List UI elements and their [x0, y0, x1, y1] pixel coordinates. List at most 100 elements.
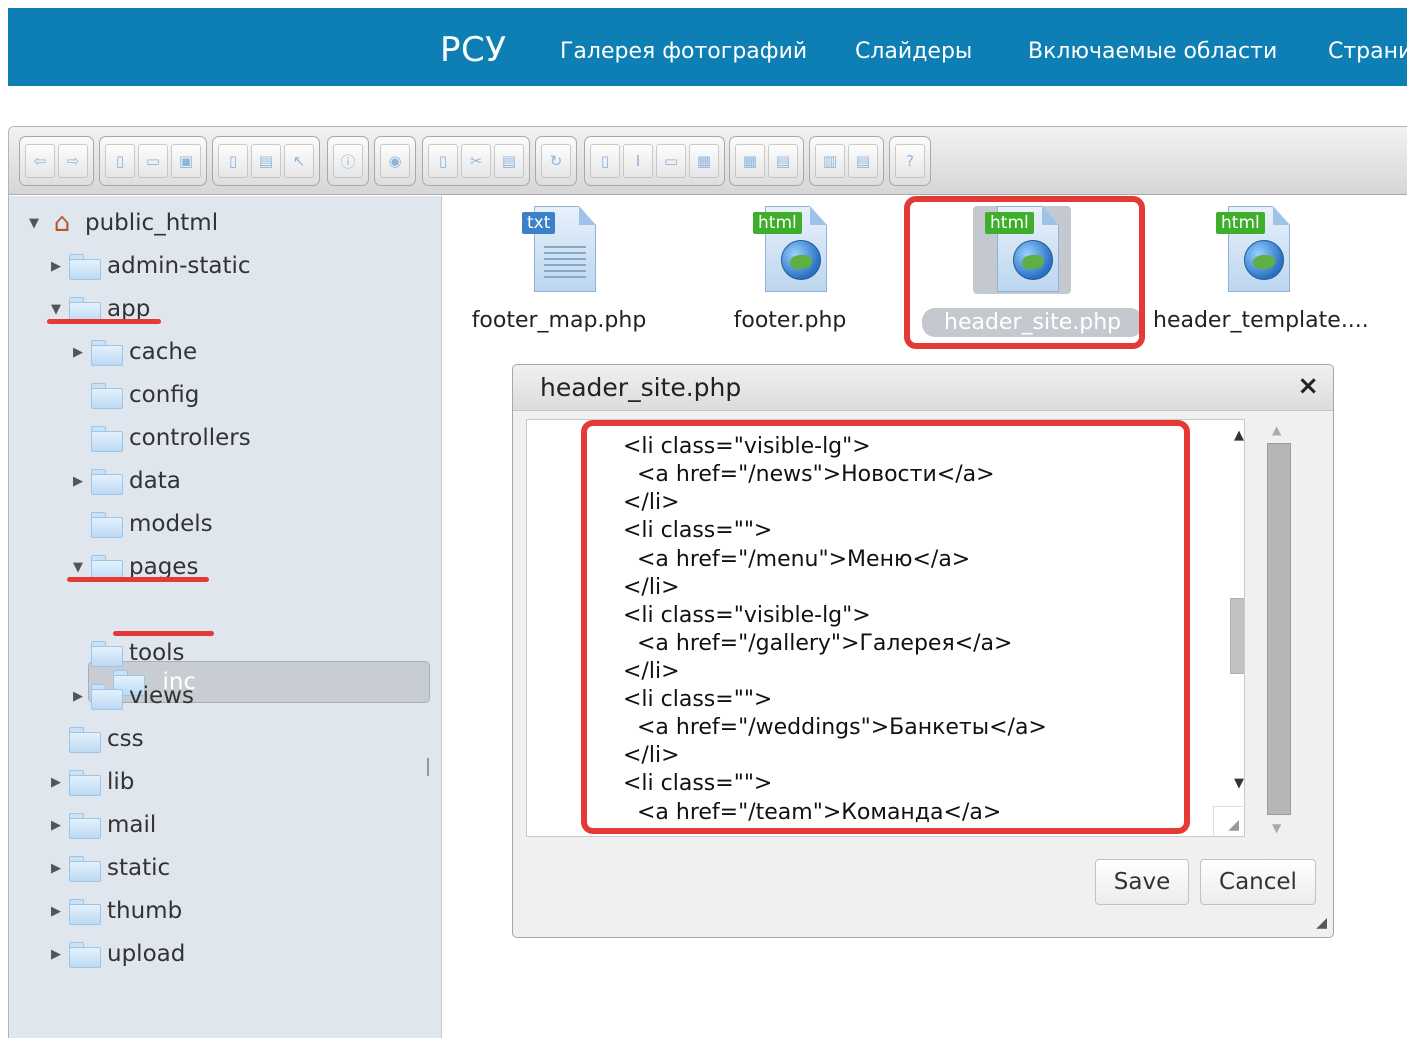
cut-icon[interactable]: ✂: [461, 144, 491, 178]
file-name: footer_map.php: [471, 308, 647, 333]
tree-item-label: views: [129, 683, 194, 709]
nav-link-include-areas[interactable]: Включаемые области: [1028, 39, 1277, 64]
collapsed-arrow-icon[interactable]: ▶: [47, 775, 65, 790]
edit-icon[interactable]: ▭: [656, 144, 686, 178]
dialog-scrollbar[interactable]: ▲ ▼: [1265, 419, 1293, 837]
dialog-title: header_site.php: [513, 365, 1333, 411]
brand-link[interactable]: РСУ: [440, 30, 506, 70]
scroll-up-arrow-icon[interactable]: ▲: [1234, 428, 1244, 443]
paste-icon[interactable]: ▤: [494, 144, 524, 178]
rename-icon[interactable]: I: [623, 144, 653, 178]
tree-item-admin-static[interactable]: ▶ admin-static: [47, 249, 251, 283]
close-icon[interactable]: ×: [1297, 371, 1319, 401]
sort-icon[interactable]: ▤: [848, 144, 878, 178]
collapsed-arrow-icon[interactable]: ▶: [47, 904, 65, 919]
view-list-icon[interactable]: ▥: [815, 144, 845, 178]
expanded-arrow-icon[interactable]: ▼: [69, 560, 87, 575]
expanded-arrow-icon[interactable]: ▼: [25, 216, 43, 231]
archive-icon[interactable]: ▦: [735, 144, 765, 178]
tree-item-public-html[interactable]: ▼ ⌂ public_html: [25, 206, 218, 240]
info-icon[interactable]: ⓘ: [333, 144, 363, 178]
folder-icon: [91, 469, 123, 495]
folder-icon: [69, 727, 101, 753]
copy-icon[interactable]: ▯: [428, 144, 458, 178]
duplicate-icon[interactable]: ▯: [590, 144, 620, 178]
refresh-icon[interactable]: ↻: [541, 144, 571, 178]
collapsed-arrow-icon[interactable]: ▶: [47, 818, 65, 833]
new-file-icon[interactable]: ▯: [105, 144, 135, 178]
toolbar-group-archive: ▦ ▤: [729, 136, 804, 186]
extract-icon[interactable]: ▦: [689, 144, 719, 178]
toolbar-group-clipboard: ▯ ✂ ▤: [422, 136, 530, 186]
upload-icon[interactable]: ↖: [284, 144, 314, 178]
tree-item-lib[interactable]: ▶ lib: [47, 765, 134, 799]
open-icon[interactable]: ▯: [218, 144, 248, 178]
folder-icon: [91, 641, 123, 667]
collapsed-arrow-icon[interactable]: ▶: [69, 689, 87, 704]
collapsed-arrow-icon[interactable]: ▶: [47, 259, 65, 274]
toolbar-group-info: ⓘ: [327, 136, 369, 186]
file-footer[interactable]: html footer.php: [690, 206, 890, 333]
folder-icon: [91, 383, 123, 409]
collapsed-arrow-icon[interactable]: ▶: [47, 947, 65, 962]
folder-icon: [69, 297, 101, 323]
file-header-template[interactable]: html header_template....: [1153, 206, 1369, 333]
folder-icon: [69, 856, 101, 882]
tree-item-data[interactable]: ▶ data: [69, 464, 181, 498]
red-underline-inc: [113, 631, 214, 636]
dialog-resize-grip-icon[interactable]: ◢: [1316, 915, 1327, 931]
nav-link-gallery[interactable]: Галерея фотографий: [560, 39, 807, 64]
tree-item-upload[interactable]: ▶ upload: [47, 937, 185, 971]
tree-item-css[interactable]: css: [47, 722, 144, 756]
scroll-down-arrow-icon[interactable]: ▼: [1234, 776, 1244, 791]
save-icon[interactable]: ▣: [171, 144, 201, 178]
top-navbar: РСУ Галерея фотографий Слайдеры Включаем…: [8, 8, 1407, 86]
textarea-resize-grip-icon[interactable]: ◢: [1213, 806, 1243, 836]
nav-link-pages[interactable]: Страни: [1328, 39, 1407, 64]
tree-item-label: lib: [107, 769, 135, 795]
expanded-arrow-icon[interactable]: ▼: [47, 302, 65, 317]
back-icon[interactable]: ⇦: [25, 144, 55, 178]
txt-file-icon: txt: [522, 206, 596, 294]
tree-item-controllers[interactable]: controllers: [69, 421, 251, 455]
preview-icon[interactable]: ◉: [380, 144, 410, 178]
tree-item-models[interactable]: models: [69, 507, 213, 541]
add-icon[interactable]: ▤: [768, 144, 798, 178]
scroll-down-arrow-icon[interactable]: ▼: [1272, 821, 1281, 835]
folder-icon: [69, 813, 101, 839]
folder-icon: [91, 684, 123, 710]
forward-icon[interactable]: ⇨: [58, 144, 88, 178]
save-button[interactable]: Save: [1095, 859, 1189, 905]
collapsed-arrow-icon[interactable]: ▶: [47, 861, 65, 876]
collapsed-arrow-icon[interactable]: ▶: [69, 474, 87, 489]
tree-item-config[interactable]: config: [69, 378, 199, 412]
editor-scrollbar[interactable]: ▲ ▼: [1227, 420, 1244, 836]
tree-item-static[interactable]: ▶ static: [47, 851, 170, 885]
tree-item-label: mail: [107, 812, 157, 838]
tree-item-views[interactable]: ▶ views: [69, 679, 194, 713]
download-icon[interactable]: ▤: [251, 144, 281, 178]
html-file-icon: html: [1216, 206, 1290, 294]
toolbar-group-create: ▯ ▭ ▣: [99, 136, 207, 186]
tree-item-label: public_html: [85, 210, 219, 236]
scrollbar-thumb[interactable]: [1230, 598, 1244, 674]
folder-icon: [69, 254, 101, 280]
collapsed-arrow-icon[interactable]: ▶: [69, 345, 87, 360]
tree-item-cache[interactable]: ▶ cache: [69, 335, 197, 369]
scroll-up-arrow-icon[interactable]: ▲: [1272, 423, 1281, 437]
tree-item-tools[interactable]: tools: [69, 636, 185, 670]
toolbar-group-edit: ▯ I ▭ ▦: [584, 136, 725, 186]
nav-link-sliders[interactable]: Слайдеры: [855, 39, 972, 64]
html-file-icon: html: [753, 206, 827, 294]
folder-icon: [69, 942, 101, 968]
toolbar-group-help: ?: [889, 136, 931, 186]
pane-splitter[interactable]: [427, 758, 429, 776]
folder-icon: [91, 555, 123, 581]
cancel-button[interactable]: Cancel: [1200, 859, 1316, 905]
file-footer-map[interactable]: txt footer_map.php: [459, 206, 659, 333]
tree-item-mail[interactable]: ▶ mail: [47, 808, 156, 842]
scrollbar-thumb[interactable]: [1267, 443, 1291, 815]
help-icon[interactable]: ?: [895, 144, 925, 178]
new-folder-icon[interactable]: ▭: [138, 144, 168, 178]
tree-item-thumb[interactable]: ▶ thumb: [47, 894, 182, 928]
